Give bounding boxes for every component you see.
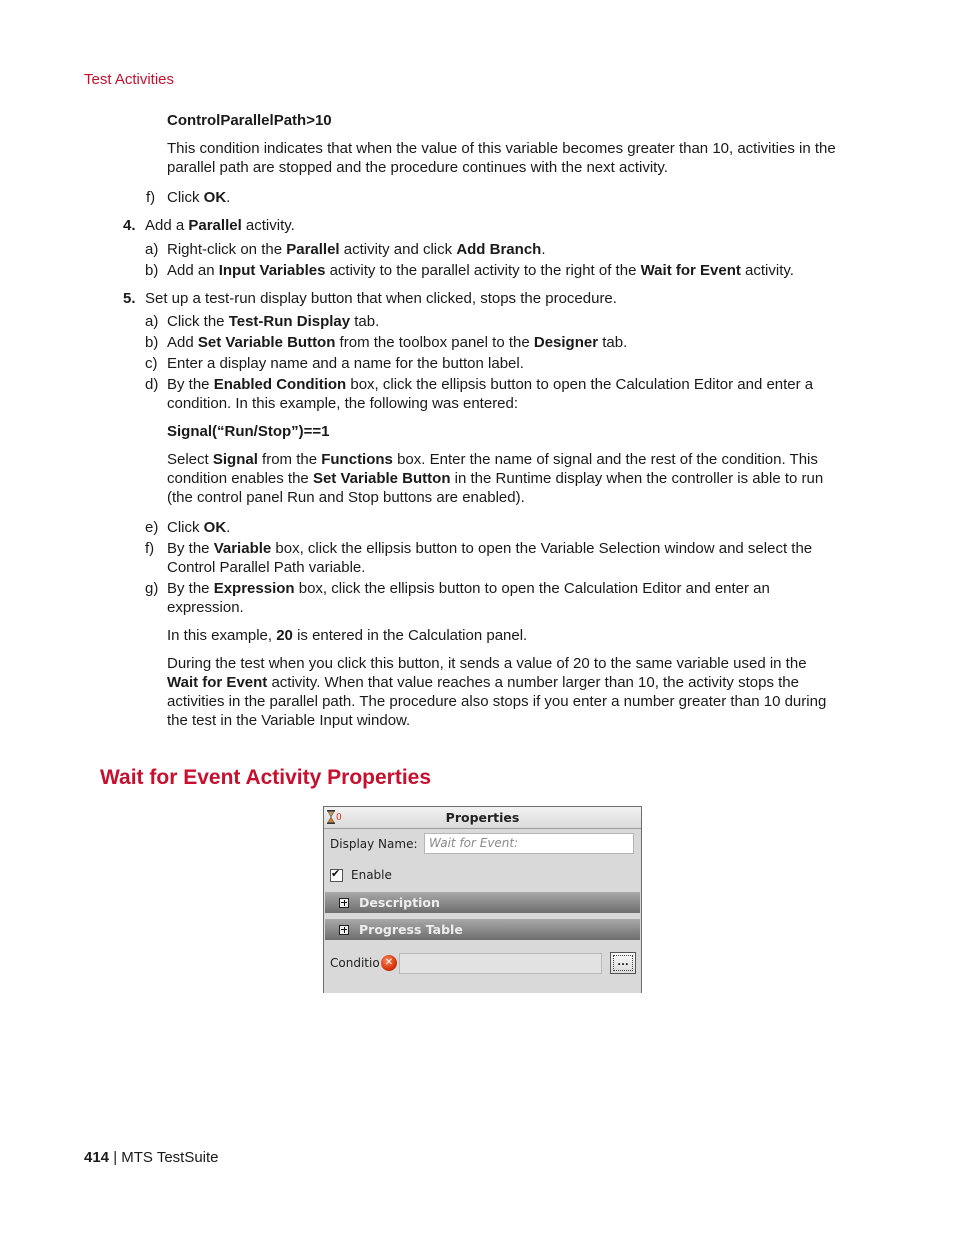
step-5a-text: Click the Test-Run Display tab. xyxy=(167,313,380,330)
expand-plus-icon[interactable] xyxy=(339,897,349,908)
step-5b-text: Add Set Variable Button from the toolbox… xyxy=(167,334,628,351)
product-name: MTS TestSuite xyxy=(121,1149,219,1166)
step-5f-text: By the Variable box, click the ellipsis … xyxy=(167,540,813,576)
step-5f-marker: f) xyxy=(145,540,155,557)
step-4-number: 4. xyxy=(123,217,136,234)
step-3f-text: Click OK. xyxy=(167,189,231,206)
step-5b-marker: b) xyxy=(145,334,159,351)
step-5d-text: By the Enabled Condition box, click the … xyxy=(167,376,814,412)
progress-table-label: Progress Table xyxy=(359,922,463,937)
display-name-label: Display Name: xyxy=(330,837,418,851)
page-number: 414 xyxy=(84,1149,110,1166)
description-label: Description xyxy=(359,895,440,910)
step-5-number: 5. xyxy=(123,290,136,307)
step-5-text: Set up a test-run display button that wh… xyxy=(145,290,617,307)
running-head: Test Activities xyxy=(84,71,175,88)
during-test-paragraph: During the test when you click this butt… xyxy=(167,655,827,729)
step-5c-marker: c) xyxy=(145,355,158,372)
signal-code: Signal(“Run/Stop”)==1 xyxy=(167,423,330,440)
display-name-input[interactable]: Wait for Event: xyxy=(424,833,634,854)
error-icon: ✕ xyxy=(381,955,397,971)
description-expander[interactable]: Description xyxy=(325,892,640,913)
panel-header: 0 Properties xyxy=(324,807,641,829)
step-5g-text: By the Expression box, click the ellipsi… xyxy=(167,580,770,616)
step-4a-text: Right-click on the Parallel activity and… xyxy=(167,241,546,258)
enable-label: Enable xyxy=(351,868,392,882)
step-5g-marker: g) xyxy=(145,580,159,597)
step-5d-marker: d) xyxy=(145,376,159,393)
enable-checkbox-row[interactable]: Enable xyxy=(330,867,392,882)
ellipsis-button[interactable]: ... xyxy=(610,952,636,974)
footer-separator: | xyxy=(109,1149,122,1166)
signal-description: Select Signal from the Functions box. En… xyxy=(167,451,824,506)
step-5e-marker: e) xyxy=(145,519,159,536)
condition-label: Conditio xyxy=(330,956,380,970)
condition-input[interactable] xyxy=(399,953,602,974)
condition-description: This condition indicates that when the v… xyxy=(167,140,836,176)
enable-checkbox[interactable] xyxy=(330,867,343,882)
example-text: In this example, 20 is entered in the Ca… xyxy=(167,627,528,644)
step-5a-marker: a) xyxy=(145,313,159,330)
step-5c-text: Enter a display name and a name for the … xyxy=(167,355,524,372)
properties-panel: 0 Properties Display Name: Wait for Even… xyxy=(323,806,642,993)
progress-table-expander[interactable]: Progress Table xyxy=(325,919,640,940)
step-4a-marker: a) xyxy=(145,241,159,258)
step-4b-text: Add an Input Variables activity to the p… xyxy=(167,262,794,279)
expand-plus-icon[interactable] xyxy=(339,924,349,935)
page-footer: 414 | MTS TestSuite xyxy=(84,1149,219,1166)
panel-title: Properties xyxy=(445,810,520,825)
condition-code: ControlParallelPath>10 xyxy=(167,112,332,129)
step-4b-marker: b) xyxy=(145,262,159,279)
step-5e-text: Click OK. xyxy=(167,519,231,536)
step-4-text: Add a Parallel activity. xyxy=(145,217,295,234)
section-title: Wait for Event Activity Properties xyxy=(100,766,432,789)
step-3f-marker: f) xyxy=(146,189,156,206)
